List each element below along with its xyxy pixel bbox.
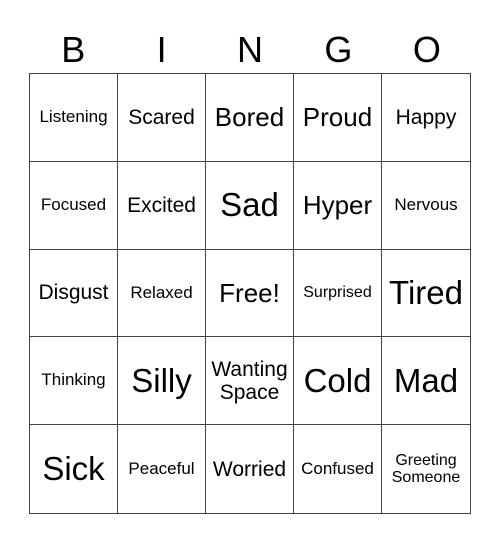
bingo-cell: Relaxed — [118, 249, 206, 338]
bingo-cell: Sad — [206, 161, 294, 250]
bingo-cell: Sick — [30, 425, 118, 513]
bingo-cell: Scared — [118, 74, 206, 162]
bingo-cell: Nervous — [382, 162, 470, 250]
bingo-cell: Worried — [206, 425, 294, 513]
header-letter-n: N — [237, 29, 264, 70]
bingo-cell: Silly — [118, 337, 206, 426]
bingo-cell: Excited — [118, 161, 206, 250]
bingo-grid: Listening Scared Bored Proud Happy Focused Exc… — [29, 73, 471, 514]
bingo-cell: Mad — [382, 337, 470, 426]
bingo-cell: Surprised — [294, 249, 382, 338]
bingo-cell: Thinking — [30, 337, 118, 426]
bingo-cell: Listening — [30, 74, 118, 162]
bingo-cell: Proud — [294, 74, 382, 162]
bingo-cell: Peaceful — [118, 425, 206, 513]
bingo-cell: Focused — [30, 161, 118, 250]
bingo-header: B I N G O — [29, 28, 471, 72]
bingo-cell: Free! — [206, 249, 294, 338]
bingo-cell: Confused — [294, 425, 382, 513]
bingo-cell: Hyper — [294, 161, 382, 250]
bingo-cell: Cold — [294, 337, 382, 426]
bingo-cell: Happy — [382, 74, 470, 162]
bingo-cell: Wanting Space — [206, 337, 294, 426]
bingo-cell: Greeting Someone — [391, 451, 461, 487]
bingo-cell: Tired — [382, 250, 470, 338]
header-letter-i: I — [156, 29, 167, 70]
header-letter-b: B — [61, 29, 86, 70]
bingo-cell: Bored — [206, 74, 294, 162]
bingo-cell: Disgust — [30, 249, 118, 338]
header-letter-g: G — [324, 29, 353, 70]
header-letter-o: O — [412, 29, 441, 70]
